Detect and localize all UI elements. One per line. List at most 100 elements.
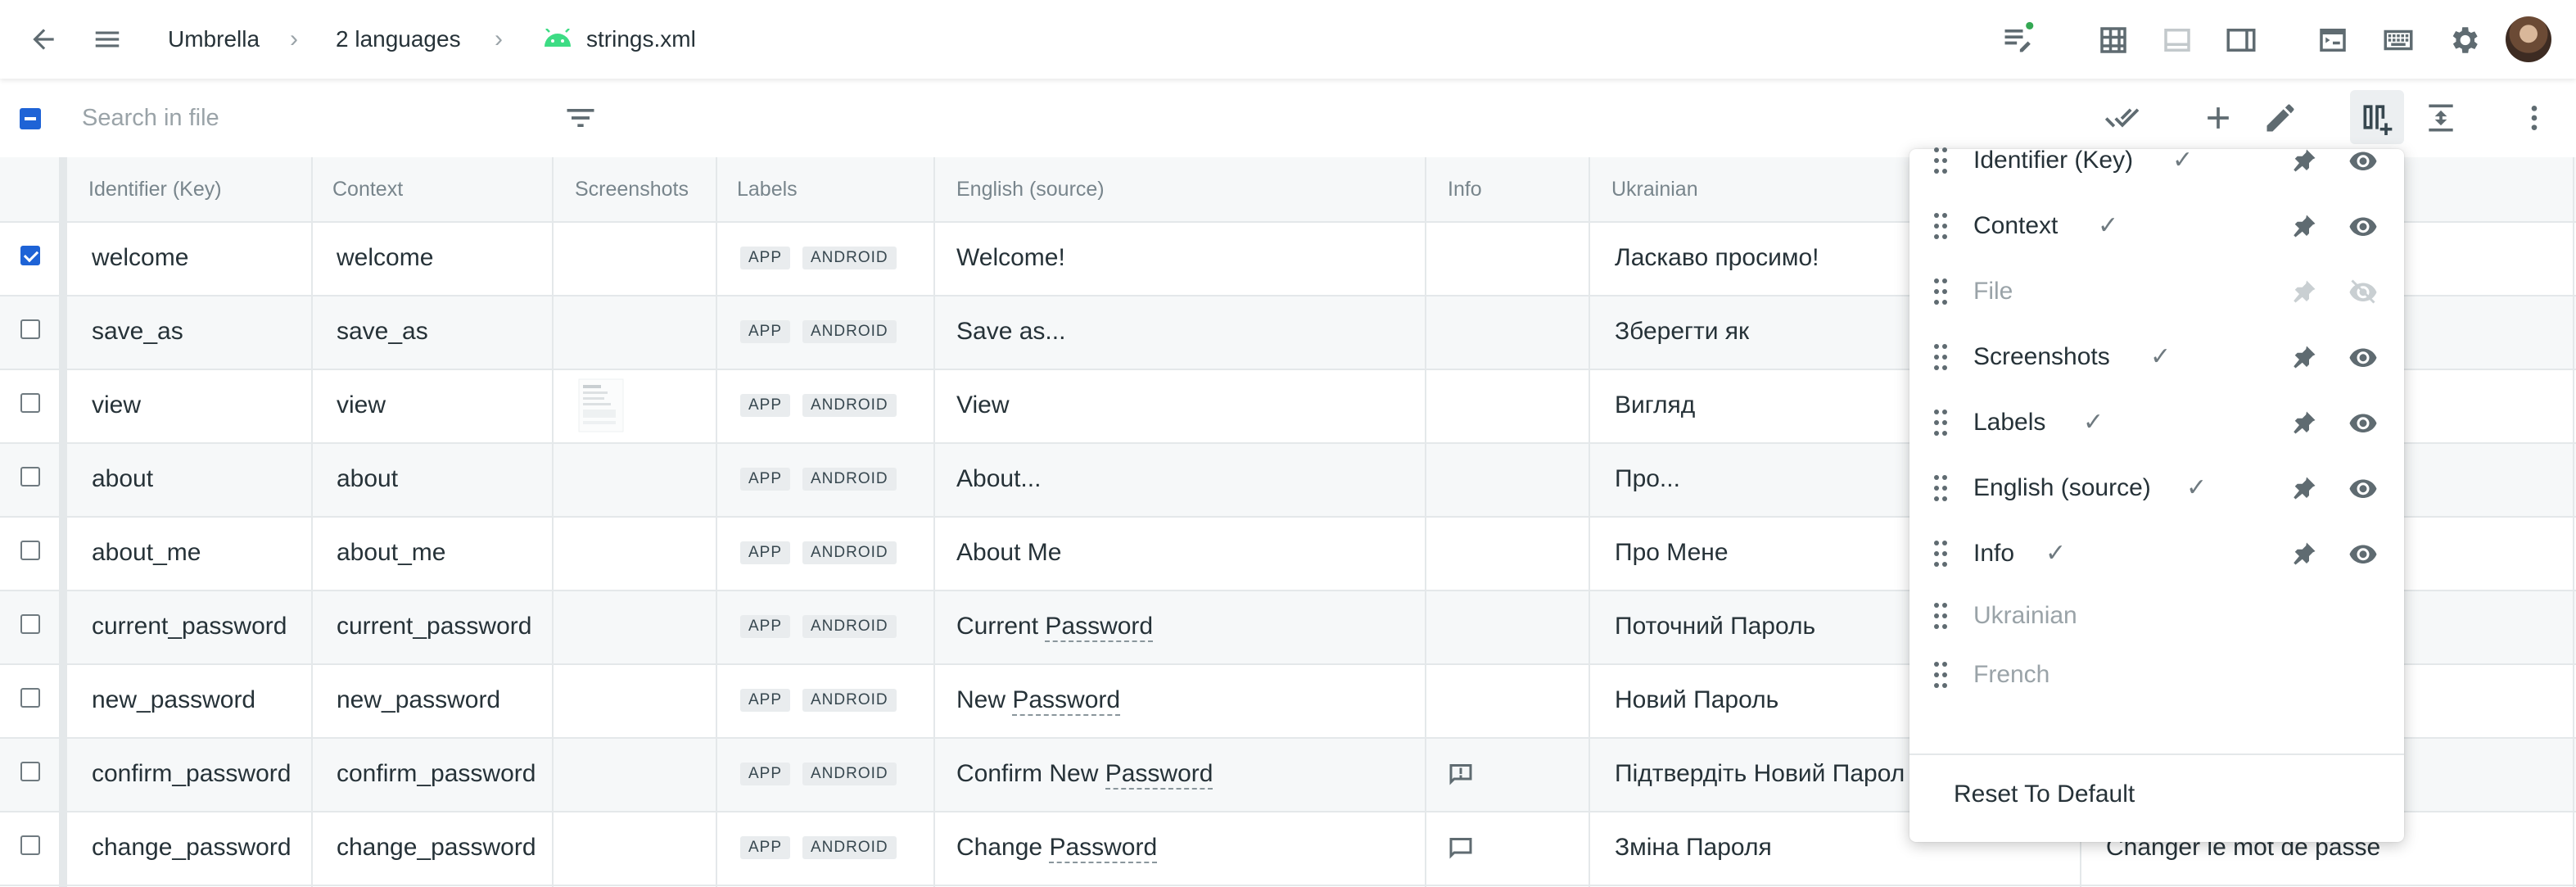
cell-context[interactable]: new_password — [337, 663, 500, 737]
cell-context[interactable]: confirm_password — [337, 737, 536, 811]
cell-source[interactable]: Save as... — [956, 295, 1065, 369]
column-menu-item[interactable]: Screenshots ✓ — [1909, 324, 2404, 390]
label-tag[interactable]: ANDROID — [802, 615, 897, 638]
column-menu-item[interactable]: Ukrainian — [1909, 583, 2404, 649]
label-tag[interactable]: ANDROID — [802, 541, 897, 564]
terminal-icon[interactable] — [2314, 21, 2352, 59]
label-tag[interactable]: APP — [740, 468, 791, 491]
drag-handle-icon[interactable] — [1932, 601, 1949, 631]
row-checkbox[interactable] — [20, 467, 40, 486]
expand-rows-icon[interactable] — [2420, 98, 2461, 138]
label-tag[interactable]: ANDROID — [802, 394, 897, 417]
label-tag[interactable]: ANDROID — [802, 689, 897, 712]
column-header-identifier[interactable]: Identifier (Key) — [67, 157, 222, 221]
column-header-info[interactable]: Info — [1426, 157, 1482, 221]
cell-key[interactable]: about — [92, 442, 153, 516]
cell-key[interactable]: confirm_password — [92, 737, 291, 811]
cell-context[interactable]: about — [337, 442, 398, 516]
cell-key[interactable]: welcome — [92, 221, 188, 295]
cell-key[interactable]: view — [92, 369, 141, 442]
label-tag[interactable]: APP — [740, 763, 791, 785]
column-header-ukrainian[interactable]: Ukrainian — [1590, 157, 1698, 221]
cell-ukrainian[interactable]: Підтвердіть Новий Парол — [1615, 737, 1905, 811]
cell-ukrainian[interactable]: Новий Пароль — [1615, 663, 1778, 737]
cell-source[interactable]: About Me — [956, 516, 1061, 590]
cell-context[interactable]: current_password — [337, 590, 531, 663]
column-menu-item[interactable]: Context ✓ — [1909, 193, 2404, 259]
glossary-term[interactable]: Password — [1045, 613, 1154, 642]
cell-key[interactable]: about_me — [92, 516, 201, 590]
label-tag[interactable]: APP — [740, 320, 791, 343]
notes-edit-icon[interactable] — [1998, 18, 2039, 59]
column-header-source[interactable]: English (source) — [935, 157, 1105, 221]
pin-icon[interactable] — [2289, 342, 2319, 372]
pin-icon[interactable] — [2289, 539, 2319, 568]
cell-source[interactable]: Welcome! — [956, 221, 1065, 295]
pin-icon[interactable] — [2289, 473, 2319, 503]
cell-key[interactable]: current_password — [92, 590, 287, 663]
column-header-labels[interactable]: Labels — [716, 157, 798, 221]
label-tag[interactable]: APP — [740, 615, 791, 638]
cell-context[interactable]: view — [337, 369, 386, 442]
row-checkbox[interactable] — [20, 246, 40, 265]
drag-handle-icon[interactable] — [1932, 211, 1949, 241]
screenshot-thumbnail[interactable] — [578, 378, 624, 432]
row-checkbox[interactable] — [20, 688, 40, 708]
drag-handle-icon[interactable] — [1932, 660, 1949, 690]
comment-alert-icon[interactable] — [1444, 758, 1477, 790]
pin-icon[interactable] — [2289, 277, 2319, 306]
cell-source[interactable]: View — [956, 369, 1009, 442]
label-tag[interactable]: ANDROID — [802, 763, 897, 785]
search-input[interactable] — [82, 100, 540, 136]
menu-icon[interactable] — [88, 23, 126, 56]
label-tag[interactable]: ANDROID — [802, 836, 897, 859]
column-menu-item[interactable]: Identifier (Key) ✓ — [1909, 128, 2404, 193]
keyboard-icon[interactable] — [2379, 21, 2417, 59]
label-tag[interactable]: ANDROID — [802, 247, 897, 269]
label-tag[interactable]: ANDROID — [802, 468, 897, 491]
select-all-checkbox[interactable] — [20, 108, 41, 129]
drag-handle-icon[interactable] — [1932, 146, 1949, 175]
eye-icon[interactable] — [2348, 211, 2378, 241]
cell-key[interactable]: new_password — [92, 663, 255, 737]
column-header-context[interactable]: Context — [311, 157, 403, 221]
breadcrumb-languages[interactable]: 2 languages — [336, 23, 461, 56]
cell-context[interactable]: welcome — [337, 221, 433, 295]
eye-off-icon[interactable] — [2348, 277, 2378, 306]
breadcrumb-file[interactable]: strings.xml — [586, 23, 696, 56]
pin-icon[interactable] — [2289, 211, 2319, 241]
cell-ukrainian[interactable]: Про... — [1615, 442, 1680, 516]
breadcrumb-project[interactable]: Umbrella — [168, 23, 260, 56]
more-vert-icon[interactable] — [2515, 98, 2553, 138]
cell-ukrainian[interactable]: Вигляд — [1615, 369, 1695, 442]
column-menu-item[interactable]: File — [1909, 259, 2404, 324]
label-tag[interactable]: APP — [740, 836, 791, 859]
row-checkbox[interactable] — [20, 541, 40, 560]
drag-handle-icon[interactable] — [1932, 473, 1949, 503]
pin-icon[interactable] — [2289, 408, 2319, 437]
row-checkbox[interactable] — [20, 393, 40, 413]
cell-ukrainian[interactable]: Ласкаво просимо! — [1615, 221, 1819, 295]
label-tag[interactable]: APP — [740, 541, 791, 564]
settings-gear-icon[interactable] — [2445, 21, 2483, 59]
column-menu-item[interactable]: English (source) ✓ — [1909, 455, 2404, 521]
drag-handle-icon[interactable] — [1932, 277, 1949, 306]
label-tag[interactable]: APP — [740, 247, 791, 269]
back-arrow-icon[interactable] — [25, 23, 62, 56]
cell-context[interactable]: about_me — [337, 516, 445, 590]
glossary-term[interactable]: Password — [1012, 686, 1121, 716]
cell-ukrainian[interactable]: Зберегти як — [1615, 295, 1749, 369]
bottom-panel-icon[interactable] — [2158, 21, 2196, 59]
cell-source[interactable]: New Password — [956, 663, 1121, 737]
drag-handle-icon[interactable] — [1932, 342, 1949, 372]
user-avatar[interactable] — [2506, 16, 2551, 62]
column-menu-item[interactable]: French — [1909, 642, 2404, 708]
glossary-term[interactable]: Password — [1105, 760, 1213, 790]
eye-icon[interactable] — [2348, 146, 2378, 175]
cell-ukrainian[interactable]: Про Мене — [1615, 516, 1729, 590]
cell-context[interactable]: save_as — [337, 295, 428, 369]
column-header-screenshots[interactable]: Screenshots — [554, 157, 689, 221]
cell-ukrainian[interactable]: Зміна Пароля — [1615, 811, 1772, 885]
comment-icon[interactable] — [1444, 832, 1477, 863]
column-menu-item[interactable]: Info ✓ — [1909, 521, 2404, 586]
